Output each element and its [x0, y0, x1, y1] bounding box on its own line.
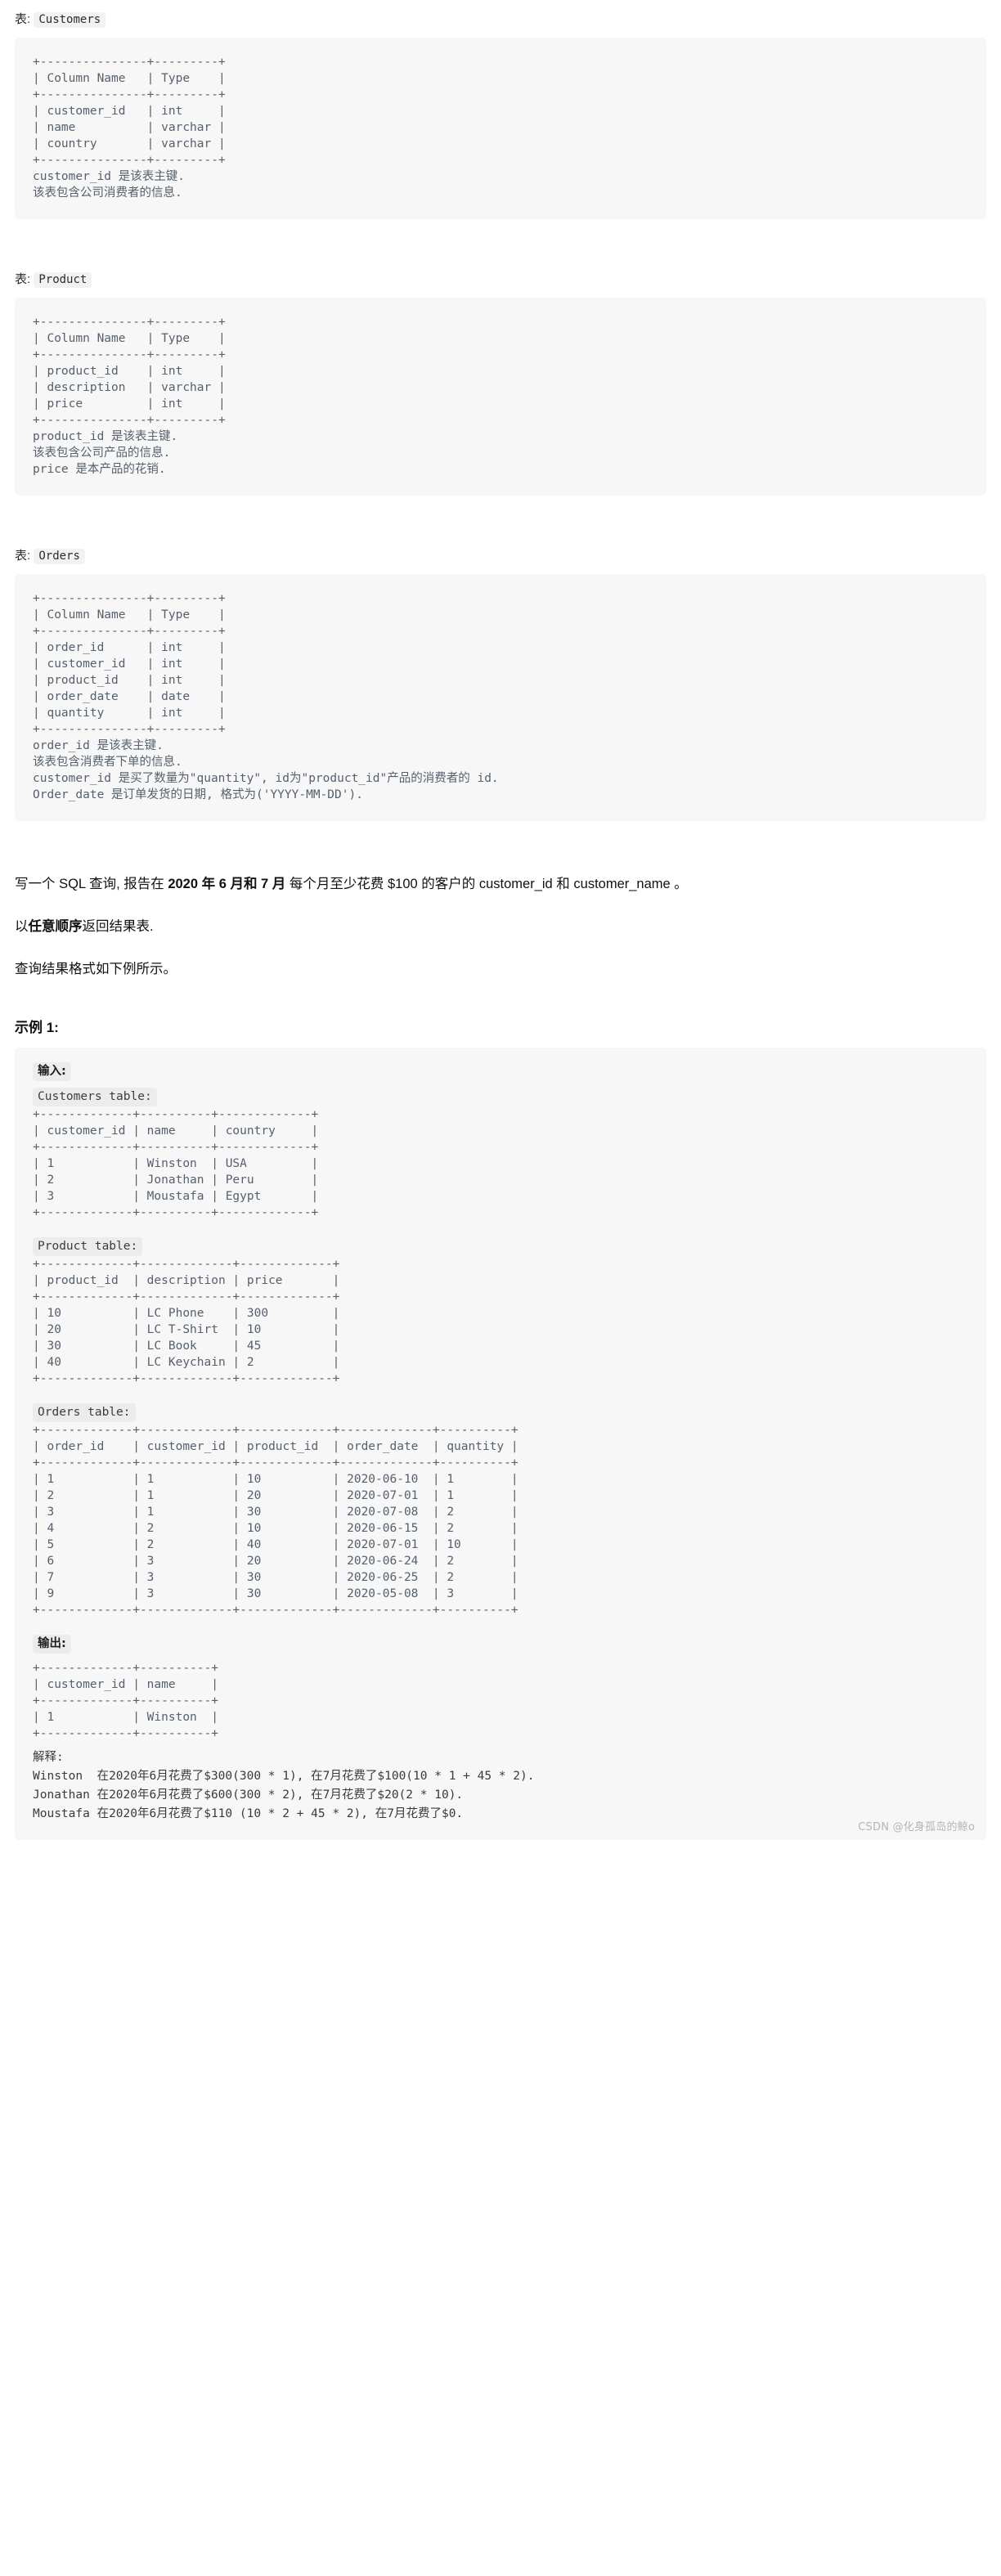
product-table-label: Product table: — [33, 1237, 143, 1256]
code-block-customers-schema: +---------------+---------+ | Column Nam… — [15, 38, 986, 219]
prose-spacer-3 — [0, 980, 1001, 1016]
code-text: +---------------+---------+ | Column Nam… — [33, 316, 226, 476]
question-line-2: 以任意顺序返回结果表. — [0, 916, 1001, 937]
caption-prefix: 表: — [15, 549, 31, 563]
schema-section-orders: 表: Orders +---------------+---------+ | … — [0, 548, 1001, 821]
table-name-chip: Customers — [34, 12, 106, 28]
question-line-1: 写一个 SQL 查询, 报告在 2020 年 6 月和 7 月 每个月至少花费 … — [0, 873, 1001, 895]
orders-table-label: Orders table: — [33, 1403, 136, 1422]
table-name-chip: Product — [34, 272, 92, 288]
code-block-product-schema: +---------------+---------+ | Column Nam… — [15, 298, 986, 496]
question-text-bold-dates: 2020 年 6 月和 7 月 — [168, 877, 286, 891]
output-label: 输出: — [33, 1635, 71, 1654]
top-spacer — [0, 0, 1001, 11]
code-text: +---------------+---------+ | Column Nam… — [33, 592, 499, 801]
order-text-bold: 任意顺序 — [28, 919, 83, 934]
order-text-a: 以 — [15, 919, 29, 934]
caption-prefix: 表: — [15, 12, 31, 26]
order-text-b: 返回结果表. — [82, 919, 154, 934]
question-line-3: 查询结果格式如下例所示。 — [15, 962, 177, 976]
output-sample-table: +-------------+----------+ | customer_id… — [33, 1662, 218, 1740]
section-spacer-1 — [0, 219, 1001, 272]
orders-table-label-row: Orders table: — [33, 1403, 968, 1422]
orders-sample-table: +-------------+-------------+-----------… — [33, 1424, 518, 1617]
table-caption-orders: 表: Orders — [0, 548, 1001, 564]
product-table-label-row: Product table: — [33, 1237, 968, 1256]
article-page: 表: Customers +---------------+---------+… — [0, 0, 1001, 2576]
explanation-text: Winston 在2020年6月花费了$300(300 * 1), 在7月花费了… — [33, 1770, 535, 1820]
schema-section-product: 表: Product +---------------+---------+ |… — [0, 272, 1001, 496]
example-block-1: 输入: Customers table: +-------------+----… — [15, 1048, 986, 1840]
customers-table-label-row: Customers table: — [33, 1088, 968, 1106]
input-label-row: 输入: — [33, 1062, 968, 1081]
table-name-chip: Orders — [34, 549, 85, 564]
explanation-label: 解释: — [33, 1751, 64, 1764]
code-block-orders-schema: +---------------+---------+ | Column Nam… — [15, 574, 986, 821]
question-text-b: 每个月至少花费 $100 的客户的 customer_id 和 customer… — [285, 877, 688, 891]
product-sample-table: +-------------+-------------+-----------… — [33, 1258, 340, 1385]
example-title: 示例 1: — [15, 1020, 59, 1035]
prose-spacer-2 — [0, 937, 1001, 958]
customers-sample-table: +-------------+----------+-------------+… — [33, 1108, 319, 1219]
caption-prefix: 表: — [15, 272, 31, 286]
code-text: +---------------+---------+ | Column Nam… — [33, 56, 226, 200]
schema-section-customers: 表: Customers +---------------+---------+… — [0, 11, 1001, 219]
question-text-a: 写一个 SQL 查询, 报告在 — [15, 877, 168, 891]
section-spacer-3 — [0, 821, 1001, 873]
output-label-row: 输出: — [33, 1635, 968, 1654]
watermark: CSDN @化身孤岛的鲸o — [858, 1821, 975, 1833]
table-caption-customers: 表: Customers — [0, 11, 1001, 28]
input-label: 输入: — [33, 1062, 71, 1081]
customers-table-label: Customers table: — [33, 1088, 157, 1106]
section-spacer-2 — [0, 496, 1001, 548]
prose-spacer-1 — [0, 895, 1001, 916]
table-caption-product: 表: Product — [0, 272, 1001, 288]
